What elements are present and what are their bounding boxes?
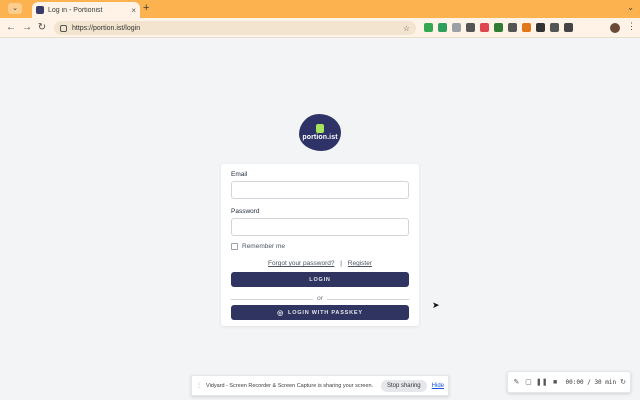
logo-text: portion.ist <box>302 134 338 141</box>
sharing-message: Vidyard - Screen Recorder & Screen Captu… <box>206 382 374 389</box>
or-divider: or <box>231 295 409 303</box>
favicon-icon <box>36 6 44 14</box>
login-button-label: LOGIN <box>309 276 331 283</box>
login-card: Email Password Remember me Forgot your p… <box>221 164 419 326</box>
tab-strip: ⌄ Log in - Portionist × + ⌄ <box>0 0 640 18</box>
tab-title: Log in - Portionist <box>48 6 103 14</box>
passkey-login-button[interactable]: ◎ LOGIN WITH PASSKEY <box>231 305 409 320</box>
restart-recording-icon[interactable]: ↻ <box>620 378 626 386</box>
grid-ext-icon[interactable] <box>550 23 559 32</box>
remember-me-checkbox[interactable] <box>231 243 238 250</box>
tab-close-icon[interactable]: × <box>131 6 136 15</box>
draw-icon[interactable]: ▢ <box>524 378 533 386</box>
bookmark-star-icon[interactable]: ☆ <box>403 24 410 33</box>
screen-sharing-bar: ⋮ Vidyard - Screen Recorder & Screen Cap… <box>191 375 449 396</box>
hide-link[interactable]: Hide <box>432 383 444 389</box>
email-field[interactable] <box>231 181 409 199</box>
passkey-icon: ◎ <box>277 309 285 317</box>
tab-search-button[interactable]: ⌄ <box>8 3 22 14</box>
auth-links: Forgot your password? | Register <box>221 260 419 267</box>
url-text[interactable]: https://portion.ist/login <box>72 25 403 32</box>
bookmark-ext-icon[interactable] <box>466 23 475 32</box>
forgot-password-link[interactable]: Forgot your password? <box>268 260 334 267</box>
password-label: Password <box>231 208 260 215</box>
puzzle-ext-icon[interactable] <box>564 23 573 32</box>
login-button[interactable]: LOGIN <box>231 272 409 287</box>
password-field[interactable] <box>231 218 409 236</box>
passkey-button-label: LOGIN WITH PASSKEY <box>288 309 363 316</box>
jar-icon <box>316 124 324 133</box>
stop-icon[interactable]: ■ <box>551 379 560 386</box>
link-separator: | <box>340 260 342 267</box>
drive-ext-icon[interactable] <box>424 23 433 32</box>
pocket-ext-icon[interactable] <box>480 23 489 32</box>
browser-tab[interactable]: Log in - Portionist × <box>32 2 140 18</box>
browser-toolbar: ← → ↻ https://portion.ist/login ☆ ⋮ <box>0 18 640 38</box>
address-bar[interactable]: https://portion.ist/login ☆ <box>54 21 416 35</box>
window-menu-button[interactable]: ⌄ <box>627 3 634 12</box>
mouse-cursor-icon: ➤ <box>432 300 440 310</box>
reload-icon[interactable]: ↻ <box>36 22 48 34</box>
pause-icon[interactable]: ❚❚ <box>536 378 548 386</box>
check-ext-icon[interactable] <box>494 23 503 32</box>
stop-sharing-button[interactable]: Stop sharing <box>380 379 427 392</box>
forward-icon[interactable]: → <box>21 22 33 34</box>
back-icon[interactable]: ← <box>5 22 17 34</box>
record-ext-icon[interactable] <box>536 23 545 32</box>
new-tab-button[interactable]: + <box>143 2 149 14</box>
site-info-icon[interactable] <box>60 24 67 32</box>
recording-timer: 00:00 / 30 min <box>565 378 617 386</box>
fox-ext-icon[interactable] <box>522 23 531 32</box>
drag-handle-icon[interactable]: ⋮ <box>196 382 202 389</box>
portionist-logo: portion.ist <box>299 114 341 151</box>
remember-me[interactable]: Remember me <box>231 243 285 250</box>
browser-menu-icon[interactable]: ⋮ <box>627 21 636 32</box>
register-link[interactable]: Register <box>348 260 372 267</box>
email-label: Email <box>231 171 248 178</box>
note-ext-icon[interactable] <box>508 23 517 32</box>
extensions-row <box>424 23 573 32</box>
pen-icon[interactable]: ✎ <box>512 378 521 386</box>
remember-me-label: Remember me <box>242 243 285 250</box>
sheets-ext-icon[interactable] <box>438 23 447 32</box>
mail-ext-icon[interactable] <box>452 23 461 32</box>
recorder-widget: ✎ ▢ ❚❚ ■ 00:00 / 30 min ↻ <box>507 371 631 393</box>
or-text: or <box>313 295 327 303</box>
profile-avatar[interactable] <box>610 23 620 33</box>
